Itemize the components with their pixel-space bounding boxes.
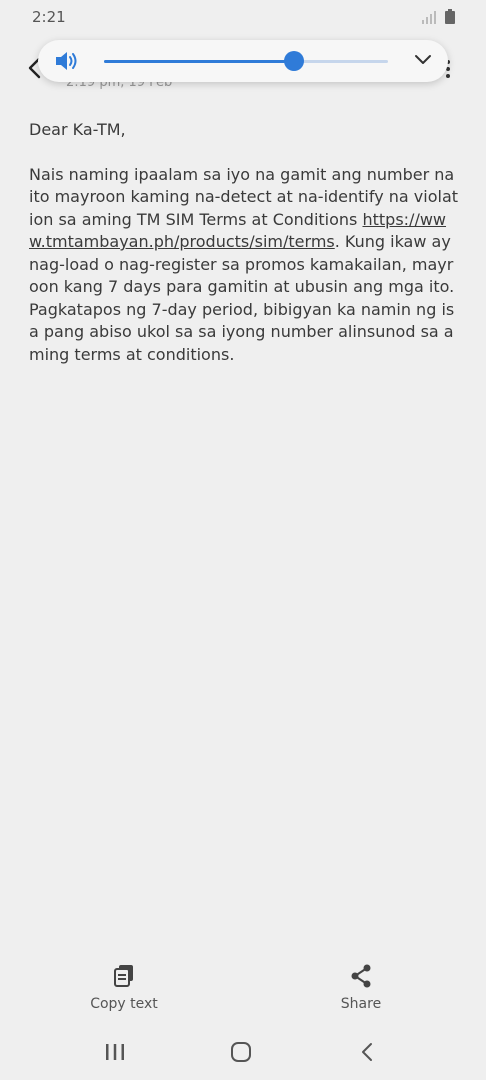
home-icon[interactable]: [230, 1041, 252, 1063]
volume-slider[interactable]: [104, 51, 388, 71]
battery-icon: [445, 9, 455, 24]
volume-slider-thumb[interactable]: [284, 51, 305, 71]
copy-text-button[interactable]: Copy text: [64, 960, 184, 1012]
message-greeting: Dear Ka-TM,: [29, 120, 126, 139]
status-bar: 2:21: [0, 0, 486, 36]
volume-slider-fill: [104, 60, 295, 63]
share-label: Share: [340, 996, 382, 1012]
chevron-down-icon[interactable]: [414, 53, 432, 67]
share-button[interactable]: Share: [301, 960, 421, 1012]
copy-text-label: Copy text: [90, 996, 158, 1012]
nav-back-icon[interactable]: [360, 1041, 374, 1063]
signal-icon: [422, 11, 436, 24]
message-body: Dear Ka-TM, Nais naming ipaalam sa iyo n…: [29, 119, 459, 366]
speaker-icon[interactable]: [54, 50, 80, 72]
navigation-bar: [0, 1030, 486, 1080]
copy-icon: [114, 965, 133, 987]
recents-icon[interactable]: [104, 1042, 126, 1062]
status-time: 2:21: [32, 8, 66, 26]
bottom-actions: Copy text Share: [0, 960, 486, 1020]
message-text: Nais naming ipaalam sa iyo na gamit ang …: [29, 164, 459, 367]
message-text-part-2: . Kung ikaw ay nag-load o nag-register s…: [29, 232, 455, 364]
share-icon: [351, 964, 371, 988]
volume-popup: [38, 40, 448, 82]
